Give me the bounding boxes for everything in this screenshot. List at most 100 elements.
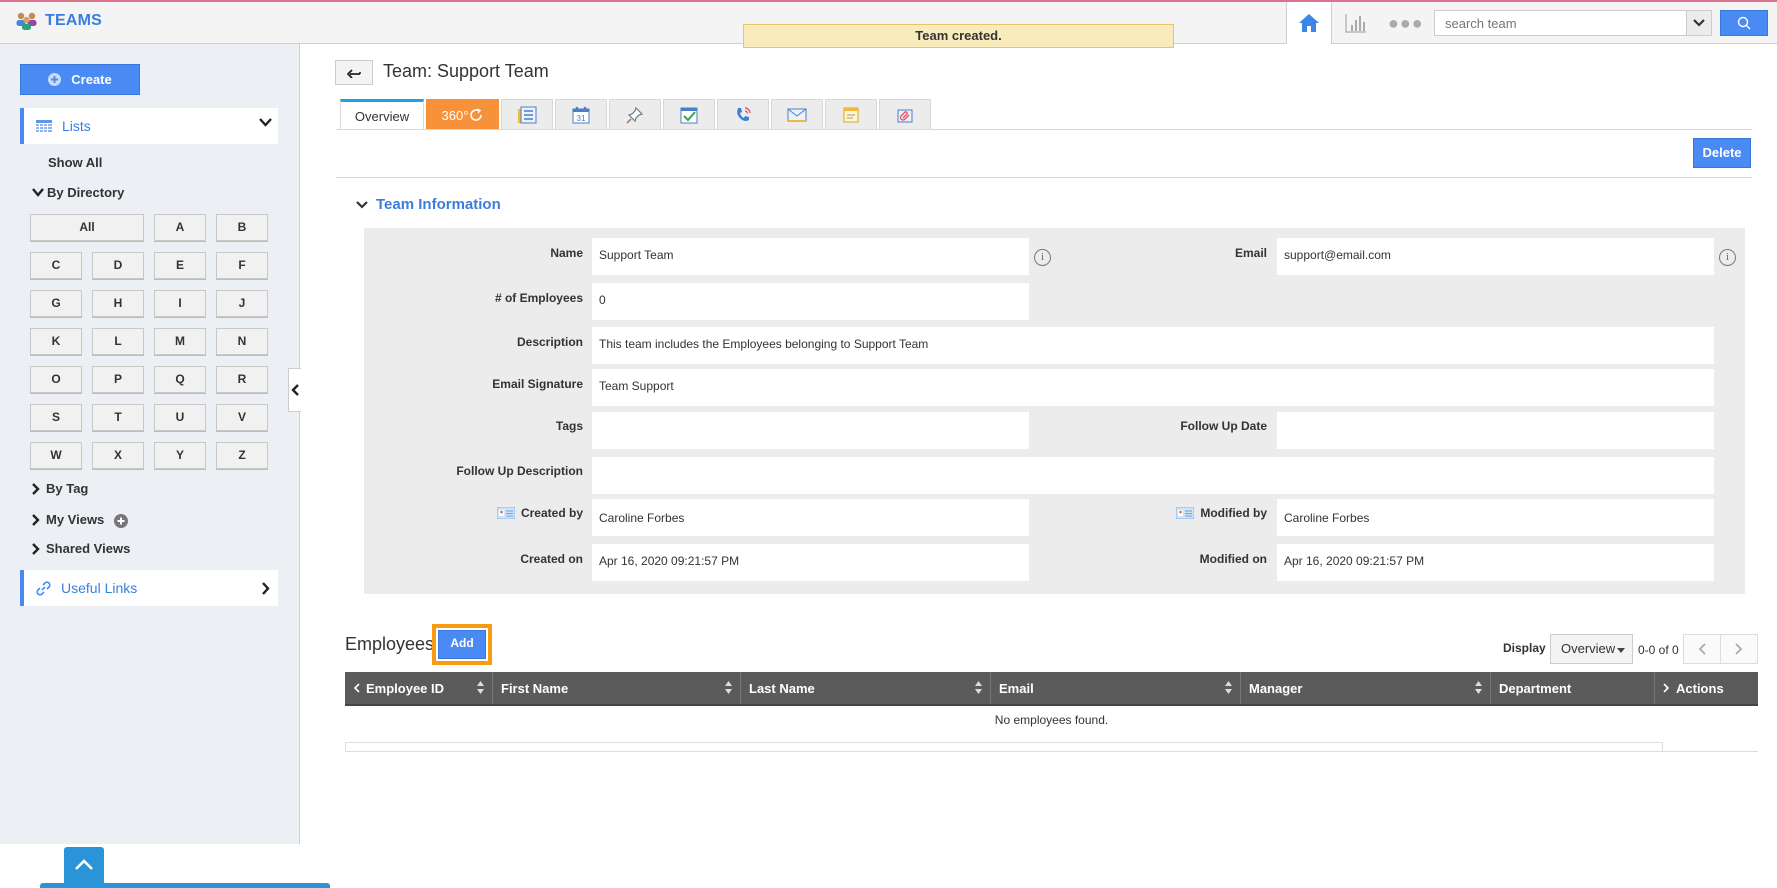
tab-pin[interactable] — [609, 99, 661, 130]
sidebar-useful-links[interactable]: Useful Links — [20, 570, 278, 606]
info-icon[interactable]: i — [1719, 249, 1736, 266]
directory-letter-o[interactable]: O — [30, 366, 82, 393]
caret-down-icon — [1617, 648, 1625, 653]
directory-letter-x[interactable]: X — [92, 442, 144, 469]
chevron-down-icon — [1693, 19, 1705, 27]
search-button[interactable] — [1720, 10, 1768, 36]
shared-views-toggle[interactable]: Shared Views — [32, 541, 130, 556]
analytics-button[interactable] — [1340, 11, 1372, 35]
directory-letter-a[interactable]: A — [154, 214, 206, 241]
tab-details[interactable] — [501, 99, 553, 130]
tab-email[interactable] — [771, 99, 823, 130]
column-email[interactable]: Email — [991, 672, 1241, 704]
column-department[interactable]: Department — [1491, 672, 1655, 704]
chevron-right-icon[interactable] — [1663, 683, 1670, 693]
back-button[interactable] — [335, 60, 373, 85]
directory-letter-h[interactable]: H — [92, 290, 144, 317]
directory-letter-v[interactable]: V — [216, 404, 268, 431]
tags-label: Tags — [555, 419, 583, 433]
search-input[interactable] — [1434, 10, 1688, 36]
column-actions[interactable]: Actions — [1655, 672, 1758, 704]
sort-icon[interactable] — [975, 681, 982, 694]
directory-letter-d[interactable]: D — [92, 252, 144, 279]
contact-card-icon — [496, 507, 515, 519]
by-directory-toggle[interactable]: By Directory — [32, 185, 124, 200]
directory-letter-k[interactable]: K — [30, 328, 82, 355]
display-select[interactable]: Overview — [1550, 634, 1633, 664]
employees-count-field[interactable]: 0 — [592, 283, 1029, 320]
chevron-down-icon[interactable] — [259, 118, 272, 127]
column-last-name[interactable]: Last Name — [741, 672, 991, 704]
tags-field[interactable] — [592, 412, 1029, 449]
email-field[interactable]: support@email.com — [1277, 238, 1714, 275]
tab-360[interactable]: 360° — [426, 99, 499, 130]
tab-overview[interactable]: Overview — [340, 99, 424, 130]
directory-letter-all[interactable]: All — [30, 214, 144, 241]
sort-icon[interactable] — [1475, 681, 1482, 694]
directory-letter-m[interactable]: M — [154, 328, 206, 355]
directory-letter-q[interactable]: Q — [154, 366, 206, 393]
team-information-toggle[interactable]: Team Information — [356, 196, 501, 213]
sidebar-lists[interactable]: Lists — [20, 108, 278, 144]
name-field[interactable]: Support Team — [592, 238, 1029, 275]
team-information-panel — [364, 228, 1745, 594]
sort-icon[interactable] — [1225, 681, 1232, 694]
column-first-name[interactable]: First Name — [493, 672, 741, 704]
directory-letter-j[interactable]: J — [216, 290, 268, 317]
directory-letter-w[interactable]: W — [30, 442, 82, 469]
directory-letter-z[interactable]: Z — [216, 442, 268, 469]
created-by-field[interactable]: Caroline Forbes — [592, 499, 1029, 536]
tab-tasks[interactable] — [663, 99, 715, 130]
scroll-top-button[interactable] — [64, 847, 104, 883]
directory-letter-r[interactable]: R — [216, 366, 268, 393]
directory-letter-e[interactable]: E — [154, 252, 206, 279]
sort-icon[interactable] — [725, 681, 732, 694]
directory-letter-p[interactable]: P — [92, 366, 144, 393]
directory-letter-t[interactable]: T — [92, 404, 144, 431]
directory-letter-b[interactable]: B — [216, 214, 268, 241]
home-button[interactable] — [1286, 2, 1332, 44]
directory-letter-s[interactable]: S — [30, 404, 82, 431]
directory-letter-g[interactable]: G — [30, 290, 82, 317]
modified-on-field[interactable]: Apr 16, 2020 09:21:57 PM — [1277, 544, 1714, 581]
sort-icon[interactable] — [477, 681, 484, 694]
tab-attachments[interactable] — [879, 99, 931, 130]
follow-up-description-field[interactable] — [592, 457, 1714, 494]
next-page-button[interactable] — [1720, 634, 1758, 664]
page-title: Team: Support Team — [383, 61, 549, 81]
more-icon[interactable]: ●●● — [1388, 12, 1423, 34]
useful-links-label: Useful Links — [61, 580, 138, 596]
column-employee-id[interactable]: Employee ID — [345, 672, 493, 704]
add-employee-button[interactable]: Add — [438, 630, 486, 659]
create-button[interactable]: Create — [20, 64, 140, 95]
delete-button[interactable]: Delete — [1693, 138, 1751, 168]
app-logo[interactable]: TEAMS — [15, 11, 102, 31]
follow-up-date-field[interactable] — [1277, 412, 1714, 449]
email-signature-field[interactable]: Team Support — [592, 369, 1714, 406]
search-filter-dropdown[interactable] — [1686, 10, 1712, 36]
directory-letter-n[interactable]: N — [216, 328, 268, 355]
directory-letter-l[interactable]: L — [92, 328, 144, 355]
show-all-link[interactable]: Show All — [48, 155, 102, 170]
directory-letter-c[interactable]: C — [30, 252, 82, 279]
tab-calls[interactable] — [717, 99, 769, 130]
directory-letter-f[interactable]: F — [216, 252, 268, 279]
tab-notes[interactable] — [825, 99, 877, 130]
by-tag-toggle[interactable]: By Tag — [32, 481, 88, 496]
chevron-left-icon[interactable] — [353, 683, 360, 693]
tab-calendar[interactable]: 31 — [555, 99, 607, 130]
description-field[interactable]: This team includes the Employees belongi… — [592, 327, 1714, 364]
my-views-toggle[interactable]: My Views — [32, 511, 129, 528]
description-label: Description — [516, 335, 583, 349]
directory-letter-u[interactable]: U — [154, 404, 206, 431]
previous-page-button[interactable] — [1683, 634, 1721, 664]
modified-by-field[interactable]: Caroline Forbes — [1277, 499, 1714, 536]
add-view-icon[interactable] — [114, 514, 129, 528]
column-manager[interactable]: Manager — [1241, 672, 1491, 704]
info-icon[interactable]: i — [1034, 249, 1051, 266]
directory-letter-i[interactable]: I — [154, 290, 206, 317]
directory-letter-y[interactable]: Y — [154, 442, 206, 469]
empty-table-message: No employees found. — [994, 713, 1109, 727]
created-on-field[interactable]: Apr 16, 2020 09:21:57 PM — [592, 544, 1029, 581]
collapse-sidebar-button[interactable] — [288, 368, 301, 412]
